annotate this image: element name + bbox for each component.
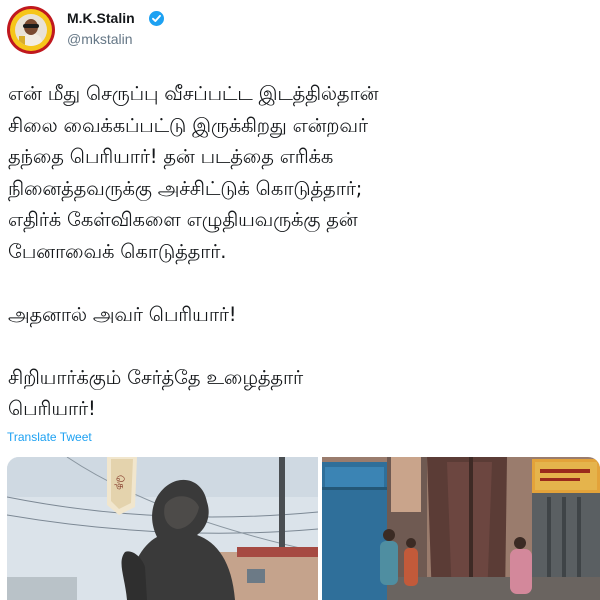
tweet-text: என் மீது செருப்பு வீசப்பட்ட இடத்தில்தான்… xyxy=(8,78,588,425)
author-name[interactable]: M.K.Stalin xyxy=(67,10,135,26)
tweet-line: பெரியார்! xyxy=(8,397,96,420)
tweet-line: அதனால் அவர் பெரியார்! xyxy=(8,302,237,326)
tweet-line: தந்தை பெரியார்! தன் படத்தை எரிக்க xyxy=(8,145,334,168)
tweet-media[interactable]: தெ xyxy=(7,457,600,600)
tweet-line: சிறியார்க்கும் சேர்த்தே உழைத்தார் xyxy=(8,365,304,389)
tweet-line: நினைத்தவருக்கு அச்சிட்டுக் கொடுத்தார்; xyxy=(8,176,363,200)
tweet-line: எதிர்க் கேள்விகளை எழுதியவருக்கு தன் xyxy=(8,208,358,231)
statue-photo[interactable]: தெ xyxy=(7,457,319,600)
avatar-portrait xyxy=(15,14,47,46)
verified-badge-icon xyxy=(149,11,164,26)
tweet-line: பேனாவைக் கொடுத்தார். xyxy=(8,239,227,263)
profile-avatar[interactable] xyxy=(7,6,55,54)
author-handle[interactable]: @mkstalin xyxy=(67,31,133,47)
tweet-line: சிலை வைக்கப்பட்டு இருக்கிறது என்றவர் xyxy=(8,113,368,137)
tweet-line: என் மீது செருப்பு வீசப்பட்ட இடத்தில்தான் xyxy=(8,82,379,105)
tweet: M.K.Stalin @mkstalin என் மீது செருப்பு வ… xyxy=(0,0,600,600)
street-photo[interactable] xyxy=(322,457,600,600)
translate-tweet-link[interactable]: Translate Tweet xyxy=(7,430,92,444)
